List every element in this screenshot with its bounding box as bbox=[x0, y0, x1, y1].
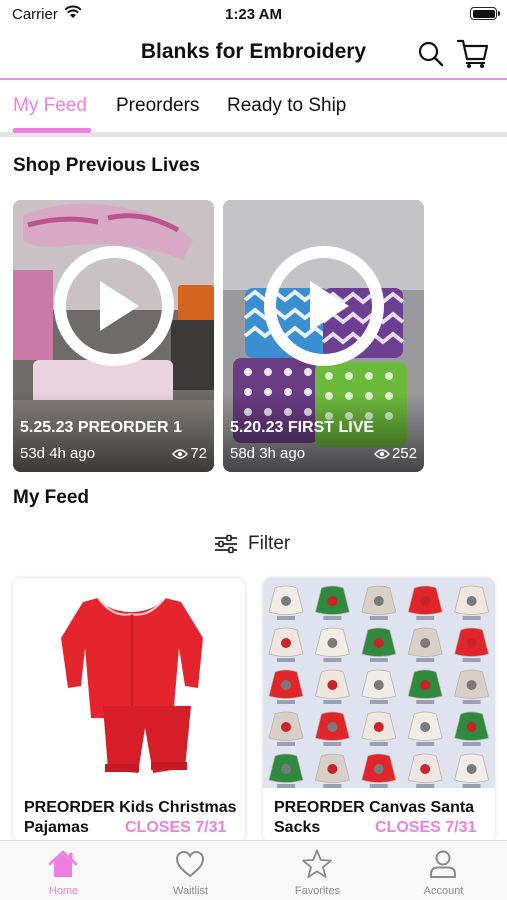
live-view-count: 252 bbox=[391, 445, 417, 462]
nav-waitlist[interactable]: Waitlist bbox=[127, 841, 254, 900]
nav-label: Home bbox=[48, 885, 79, 897]
live-view-count: 72 bbox=[190, 445, 207, 462]
live-card[interactable]: 5.20.23 FIRST LIVE 58d 3h ago 252 bbox=[223, 200, 424, 472]
tab-preorders[interactable]: Preorders bbox=[116, 95, 199, 117]
star-icon bbox=[302, 849, 332, 878]
eye-icon bbox=[374, 448, 390, 459]
nav-label: Favorites bbox=[294, 885, 341, 897]
status-time: 1:23 AM bbox=[225, 6, 282, 23]
nav-account[interactable]: Account bbox=[380, 841, 507, 900]
live-views: 252 bbox=[374, 445, 417, 462]
home-icon bbox=[48, 850, 78, 877]
sliders-icon bbox=[215, 534, 237, 554]
product-title: PREORDER Kids Christmas Pajamas bbox=[24, 799, 237, 836]
app-header: Blanks for Embroidery bbox=[0, 30, 507, 80]
tab-my-feed[interactable]: My Feed bbox=[13, 95, 87, 117]
product-title: PREORDER Canvas Santa Sacks bbox=[274, 799, 475, 836]
play-icon[interactable] bbox=[263, 245, 385, 367]
lives-section-title: Shop Previous Lives bbox=[13, 155, 200, 176]
nav-label: Account bbox=[423, 885, 464, 897]
live-title: 5.25.23 PREORDER 1 bbox=[20, 419, 182, 436]
nav-favorites[interactable]: Favorites bbox=[254, 841, 381, 900]
person-icon bbox=[430, 850, 456, 878]
search-icon[interactable] bbox=[416, 39, 446, 69]
live-views: 72 bbox=[172, 445, 207, 462]
cart-icon[interactable] bbox=[456, 37, 490, 69]
tab-ready-to-ship[interactable]: Ready to Ship bbox=[227, 95, 346, 117]
live-card[interactable]: 5.25.23 PREORDER 1 53d 4h ago 72 bbox=[13, 200, 214, 472]
bottom-nav: Home Waitlist Favorites Account bbox=[0, 840, 507, 900]
product-card[interactable]: CLOSES 7/31 PREORDER Canvas Santa Sacks bbox=[263, 578, 495, 842]
product-card[interactable]: CLOSES 7/31 PREORDER Kids Christmas Paja… bbox=[13, 578, 245, 842]
live-title: 5.20.23 FIRST LIVE bbox=[230, 419, 375, 436]
status-bar: Carrier 1:23 AM bbox=[0, 0, 507, 30]
filter-button[interactable]: Filter bbox=[214, 533, 290, 555]
live-time-ago: 53d 4h ago bbox=[20, 445, 96, 462]
product-image bbox=[263, 578, 495, 788]
filter-label: Filter bbox=[248, 533, 291, 554]
live-time-ago: 58d 3h ago bbox=[230, 445, 306, 462]
active-tab-indicator bbox=[13, 128, 91, 133]
eye-icon bbox=[172, 448, 189, 459]
battery-icon bbox=[470, 7, 500, 20]
product-image bbox=[13, 578, 245, 788]
feed-tabs: My Feed Preorders Ready to Ship bbox=[0, 82, 507, 137]
heart-icon bbox=[175, 850, 205, 878]
play-icon[interactable] bbox=[53, 245, 175, 367]
nav-label: Waitlist bbox=[172, 885, 209, 897]
feed-section-title: My Feed bbox=[13, 487, 90, 508]
nav-home[interactable]: Home bbox=[0, 841, 127, 900]
